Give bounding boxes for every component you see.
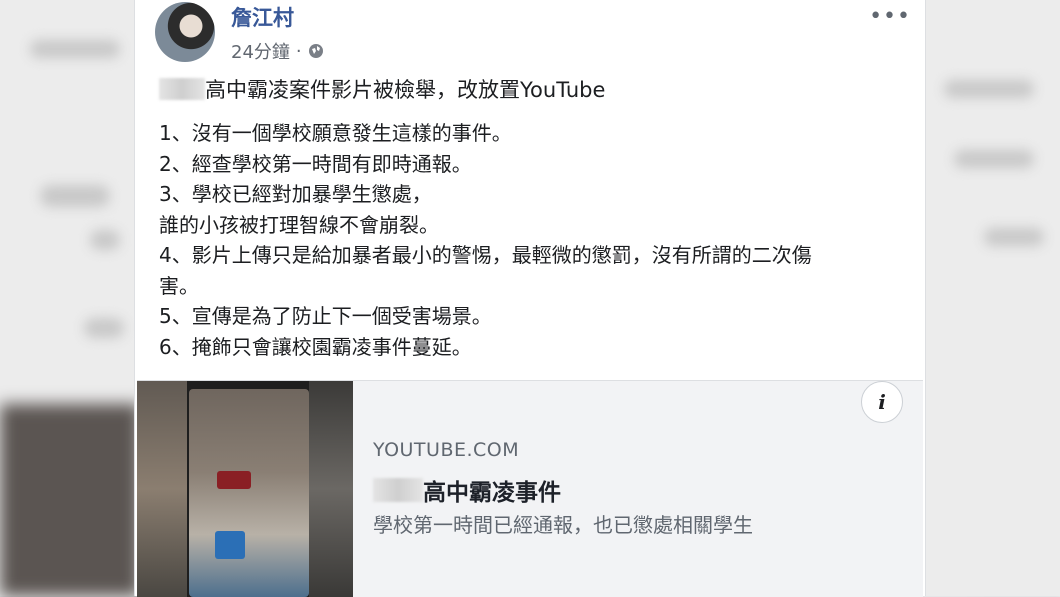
redacted-name [373,478,423,502]
link-description: 學校第一時間已經通報，也已懲處相關學生 [373,513,753,537]
post-body: 1、沒有一個學校願意發生這樣的事件。 2、經查學校第一時間有即時通報。 3、學校… [159,118,909,362]
post-title-line: 高中霸凌案件影片被檢舉，改放置YouTube [159,74,605,104]
link-domain: YOUTUBE.COM [373,439,520,461]
post-line: 6、掩飾只會讓校園霸凌事件蔓延。 [159,334,472,359]
post-line: 2、經查學校第一時間有即時通報。 [159,151,472,176]
post-meta: 24分鐘 · [231,38,324,64]
post-line: 5、宣傳是為了防止下一個受害場景。 [159,304,492,328]
globe-icon [308,44,323,58]
post-line: 誰的小孩被打理智線不會崩裂。 [159,212,439,237]
post-line: 1、沒有一個學校願意發生這樣的事件。 [159,121,512,145]
background-right-panel [924,0,1060,596]
link-title[interactable]: 高中霸凌事件 [373,473,561,507]
link-title-text: 高中霸凌事件 [423,480,561,506]
meta-separator: · [295,40,302,62]
background-dark-corner [0,404,140,596]
post-title-text: 高中霸凌案件影片被檢舉，改放置YouTube [205,78,606,102]
video-thumbnail[interactable] [137,381,353,597]
redacted-name [159,78,205,100]
link-preview[interactable]: i YOUTUBE.COM 高中霸凌事件 學校第一時間已經通報，也已懲處相關學生 [137,380,923,597]
facebook-post-card: 詹江村 24分鐘 · ••• 高中霸凌案件影片被檢舉，改放置YouTube 1、… [134,0,926,597]
post-line: 害。 [159,273,199,298]
post-line: 4、影片上傳只是給加暴者最小的警惕，最輕微的懲罰，沒有所謂的二次傷 [159,243,812,267]
post-time[interactable]: 24分鐘 [231,38,290,64]
author-name[interactable]: 詹江村 [231,2,294,32]
post-line: 3、學校已經對加暴學生懲處， [159,182,432,206]
avatar[interactable] [155,2,215,62]
more-options-icon[interactable]: ••• [869,4,911,29]
info-icon[interactable]: i [861,381,903,423]
